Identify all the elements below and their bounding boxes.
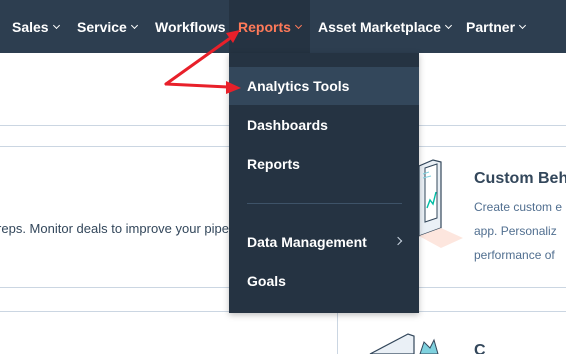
nav-item-workflows[interactable]: Workflows xyxy=(155,0,226,53)
menu-item-analytics-tools[interactable]: Analytics Tools xyxy=(229,67,419,105)
chevron-right-icon xyxy=(393,236,403,246)
menu-item-data-management[interactable]: Data Management xyxy=(229,223,419,261)
nav-item-label: Reports xyxy=(238,18,291,35)
chevron-down-icon xyxy=(130,21,138,29)
menu-item-label: Analytics Tools xyxy=(247,78,350,94)
card-description-line: Create custom e xyxy=(474,200,563,214)
menu-item-goals[interactable]: Goals xyxy=(229,262,419,300)
menu-item-label: Reports xyxy=(247,156,300,172)
menu-item-label: Goals xyxy=(247,273,286,289)
section-description: reps. Monitor deals to improve your pipe xyxy=(0,221,229,236)
nav-item-partner[interactable]: Partner xyxy=(466,0,527,53)
card-border xyxy=(337,311,338,354)
nav-item-label: Partner xyxy=(466,18,516,35)
menu-item-dashboards[interactable]: Dashboards xyxy=(229,106,419,144)
nav-item-sales[interactable]: Sales xyxy=(12,0,60,53)
menu-divider xyxy=(247,203,402,204)
menu-item-label: Dashboards xyxy=(247,117,328,133)
chevron-down-icon xyxy=(52,21,60,29)
nav-item-label: Asset Marketplace xyxy=(318,18,441,35)
dashboard-illustration xyxy=(369,333,439,354)
chevron-down-icon xyxy=(518,21,527,29)
analytics-illustration xyxy=(419,159,463,248)
top-navigation-bar: Sales Service Workflows Reports Asset Ma… xyxy=(0,0,566,53)
nav-item-asset-marketplace[interactable]: Asset Marketplace xyxy=(318,0,452,53)
nav-item-service[interactable]: Service xyxy=(77,0,138,53)
nav-item-label: Service xyxy=(77,18,127,35)
reports-dropdown-menu: Analytics Tools Dashboards Reports Data … xyxy=(229,53,419,313)
chevron-down-icon xyxy=(444,21,452,29)
menu-item-reports[interactable]: Reports xyxy=(229,145,419,183)
card-title: C xyxy=(474,342,486,354)
card-description-line: app. Personaliz xyxy=(474,224,557,238)
card-description-line: performance of xyxy=(474,248,555,262)
nav-item-label: Workflows xyxy=(155,18,226,35)
nav-item-label: Sales xyxy=(12,18,49,35)
chevron-down-icon xyxy=(294,21,302,29)
card-title: Custom Beh xyxy=(474,170,566,187)
menu-item-label: Data Management xyxy=(247,234,367,250)
nav-item-reports[interactable]: Reports xyxy=(229,0,310,53)
